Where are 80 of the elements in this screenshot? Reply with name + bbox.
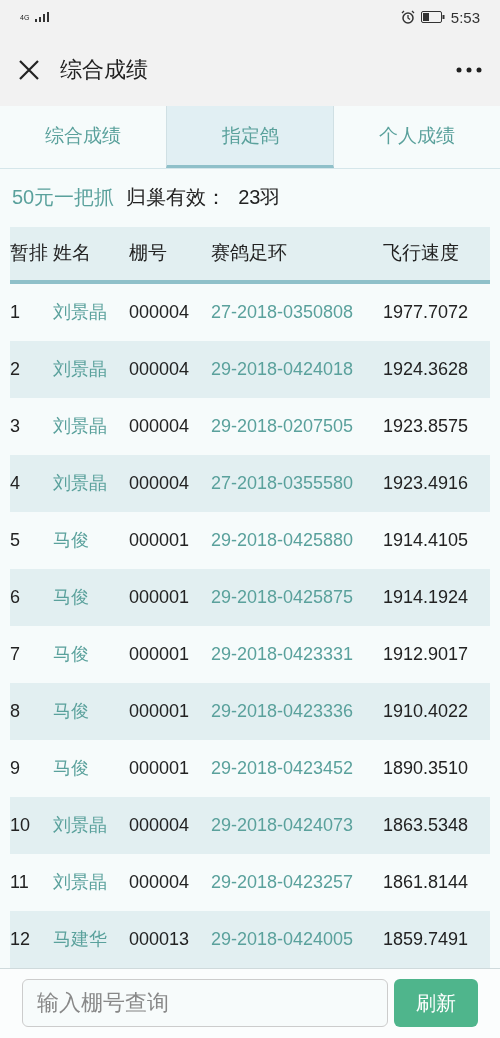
table-cell-text: 12 [10, 928, 32, 950]
table-cell-text: 1863.5348 [383, 814, 470, 836]
table-cell-text: 29-2018-0207505 [211, 415, 355, 437]
table-cell-text: 1923.8575 [383, 415, 470, 437]
table-cell-text: 000001 [129, 700, 191, 722]
table-cell-text: 000004 [129, 871, 191, 893]
signal-icon [35, 12, 50, 23]
table-cell-text: 1890.3510 [383, 757, 470, 779]
table-cell-text: 马俊 [53, 529, 90, 553]
table-cell-text: 3 [10, 415, 21, 437]
table-cell-text: 刘景晶 [53, 472, 108, 496]
table-cell-text: 000001 [129, 529, 191, 551]
alarm-icon [400, 10, 415, 25]
battery-icon [420, 11, 445, 24]
table-cell-text: 000004 [129, 472, 191, 494]
column-header: 飞行速度 [383, 241, 460, 266]
table-cell-text: 1924.3628 [383, 358, 470, 380]
table-cell-text: 1910.4022 [383, 700, 470, 722]
table-cell-text: 1912.9017 [383, 643, 470, 665]
column-header: 暂排 [10, 241, 49, 266]
table-cell-text: 1859.7491 [383, 928, 470, 950]
column-header: 姓名 [53, 241, 92, 266]
table-cell-text: 8 [10, 700, 21, 722]
table-cell-text: 000004 [129, 415, 191, 437]
table-cell-text: 29-2018-0423452 [211, 757, 355, 779]
table-cell-text: 29-2018-0423331 [211, 643, 355, 665]
summary-count: 23羽 [238, 185, 281, 211]
table-cell-text: 1914.1924 [383, 586, 470, 608]
search-field[interactable]: 输入棚号查询 [22, 979, 388, 1028]
table-cell-text: 29-2018-0424005 [211, 928, 355, 950]
table-cell-text: 10 [10, 814, 32, 836]
summary-label: 归巢有效： [126, 185, 227, 211]
table-cell-text: 马俊 [53, 757, 90, 781]
table-cell-text: 1 [10, 301, 21, 323]
table-cell-text: 29-2018-0424018 [211, 358, 355, 380]
table-cell-text: 9 [10, 757, 21, 779]
table-cell-text: 29-2018-0423336 [211, 700, 355, 722]
table-cell-text: 1923.4916 [383, 472, 470, 494]
table-cell-text: 5 [10, 529, 21, 551]
table-cell-text: 6 [10, 586, 21, 608]
table-cell-text: 000001 [129, 757, 191, 779]
column-header: 赛鸽足环 [211, 241, 288, 266]
table-cell-text: 27-2018-0350808 [211, 301, 355, 323]
table-cell-text: 马俊 [53, 700, 90, 724]
table-cell-text: 1914.4105 [383, 529, 470, 551]
close-icon[interactable] [18, 59, 40, 82]
table-cell-text: 000001 [129, 643, 191, 665]
table-cell-text: 29-2018-0424073 [211, 814, 355, 836]
table-cell-text: 1977.7072 [383, 301, 470, 323]
table-cell-text: 刘景晶 [53, 415, 108, 439]
table-cell-text: 4 [10, 472, 21, 494]
tab[interactable]: 指定鸽 [166, 105, 334, 169]
table-cell-text: 000013 [129, 928, 191, 950]
table-cell-text: 刘景晶 [53, 871, 108, 895]
table-cell-text: 29-2018-0425875 [211, 586, 355, 608]
table-cell-text: 000001 [129, 586, 191, 608]
table-cell-text: 29-2018-0425880 [211, 529, 355, 551]
column-header: 棚号 [129, 241, 168, 266]
refresh-button[interactable]: 刷新 [394, 979, 478, 1028]
clock-time: 5:53 [450, 8, 480, 26]
tab[interactable]: 个人成绩 [334, 105, 500, 169]
table-cell-text: 刘景晶 [53, 301, 108, 325]
table-cell-text: 刘景晶 [53, 358, 108, 382]
table-cell-text: 马建华 [53, 928, 108, 952]
group-name: 50元一把抓 [12, 185, 115, 211]
table-cell-text: 2 [10, 358, 21, 380]
table-cell-text: 000004 [129, 358, 191, 380]
table-cell-text: 11 [10, 871, 30, 893]
table-cell-text: 27-2018-0355580 [211, 472, 355, 494]
table-cell-text: 马俊 [53, 586, 90, 610]
table-cell-text: 1861.8144 [383, 871, 470, 893]
table-cell-text: 29-2018-0423257 [211, 871, 355, 893]
tab[interactable]: 综合成绩 [0, 105, 166, 169]
table-cell-text: 000004 [129, 814, 191, 836]
table-cell-text: 7 [10, 643, 21, 665]
more-icon[interactable] [456, 67, 482, 74]
page-title: 综合成绩 [60, 56, 149, 85]
table-cell-text: 马俊 [53, 643, 90, 667]
table-cell-text: 000004 [129, 301, 191, 323]
table-cell-text: 刘景晶 [53, 814, 108, 838]
